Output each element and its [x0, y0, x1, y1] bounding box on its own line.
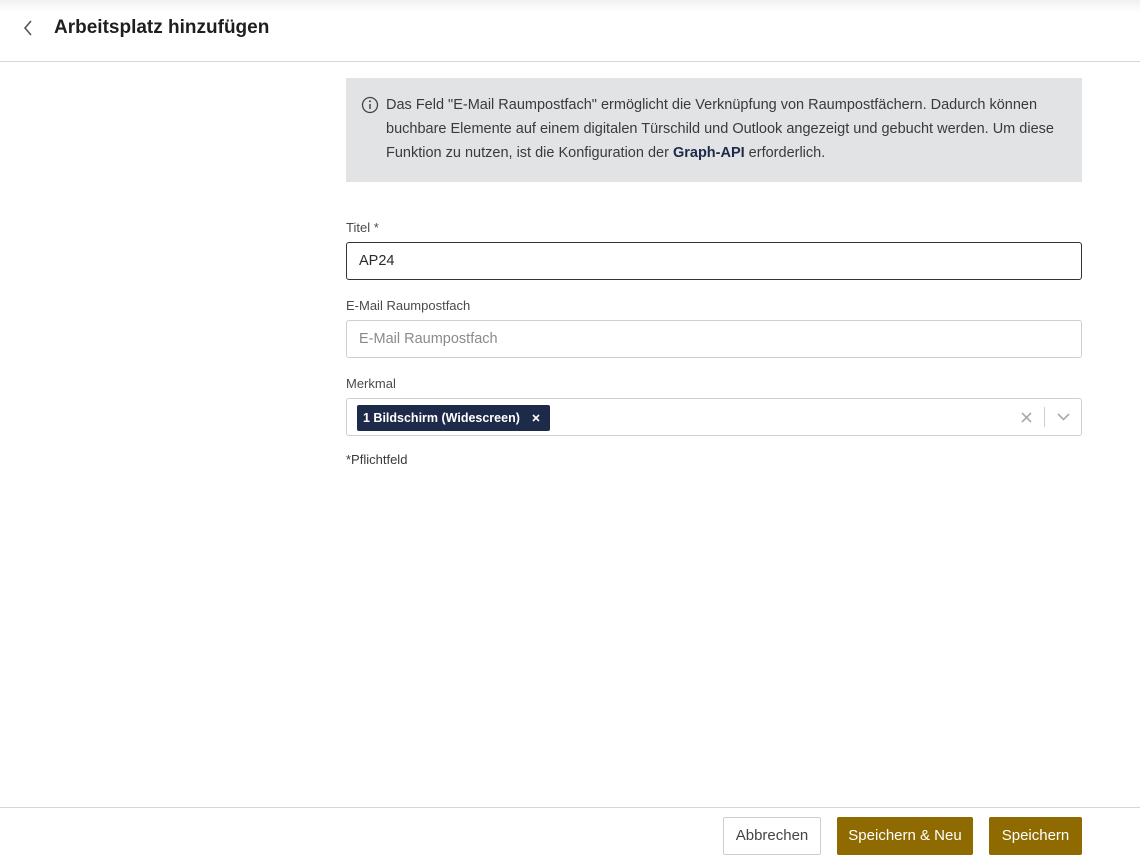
info-circle-icon [361, 96, 379, 114]
back-button[interactable] [16, 16, 40, 40]
feature-select[interactable]: 1 Bildschirm (Widescreen) [346, 398, 1082, 436]
feature-chip-label: 1 Bildschirm (Widescreen) [363, 411, 520, 425]
chevron-left-icon [23, 20, 32, 36]
select-separator [1044, 407, 1045, 427]
clear-icon [1020, 411, 1032, 423]
info-text-highlight: Graph-API [672, 145, 745, 161]
feature-label: Merkmal [346, 376, 396, 391]
chevron-down-icon [1056, 413, 1070, 421]
page: Arbeitsplatz hinzufügen Das Feld "E-Mail… [0, 0, 1140, 865]
save-button[interactable]: Speichern [989, 817, 1082, 855]
page-header: Arbeitsplatz hinzufügen [0, 0, 1140, 62]
info-text-end: erforderlich. [744, 145, 826, 161]
info-box: Das Feld "E-Mail Raumpostfach" ermöglich… [346, 78, 1082, 182]
form-content: Das Feld "E-Mail Raumpostfach" ermöglich… [346, 78, 1082, 467]
email-input[interactable] [346, 320, 1082, 358]
cancel-button[interactable]: Abbrechen [723, 817, 821, 855]
feature-field: Merkmal 1 Bildschirm (Widescreen) [346, 376, 1082, 436]
chip-remove-button[interactable] [528, 410, 544, 426]
info-text: Das Feld "E-Mail Raumpostfach" ermöglich… [386, 93, 1062, 165]
feature-chip: 1 Bildschirm (Widescreen) [357, 405, 550, 431]
email-label: E-Mail Raumpostfach [346, 298, 471, 313]
save-and-new-button[interactable]: Speichern & Neu [837, 817, 973, 855]
close-icon [532, 414, 540, 422]
title-field: Titel * [346, 220, 1082, 280]
page-title: Arbeitsplatz hinzufügen [54, 17, 270, 38]
dropdown-toggle[interactable] [1053, 408, 1073, 426]
form-footer: Abbrechen Speichern & Neu Speichern [0, 807, 1140, 865]
required-field-note: *Pflichtfeld [346, 452, 408, 467]
title-label: Titel * [346, 220, 379, 235]
title-input[interactable] [346, 242, 1082, 280]
email-field: E-Mail Raumpostfach [346, 298, 1082, 358]
clear-selection-button[interactable] [1017, 408, 1035, 426]
